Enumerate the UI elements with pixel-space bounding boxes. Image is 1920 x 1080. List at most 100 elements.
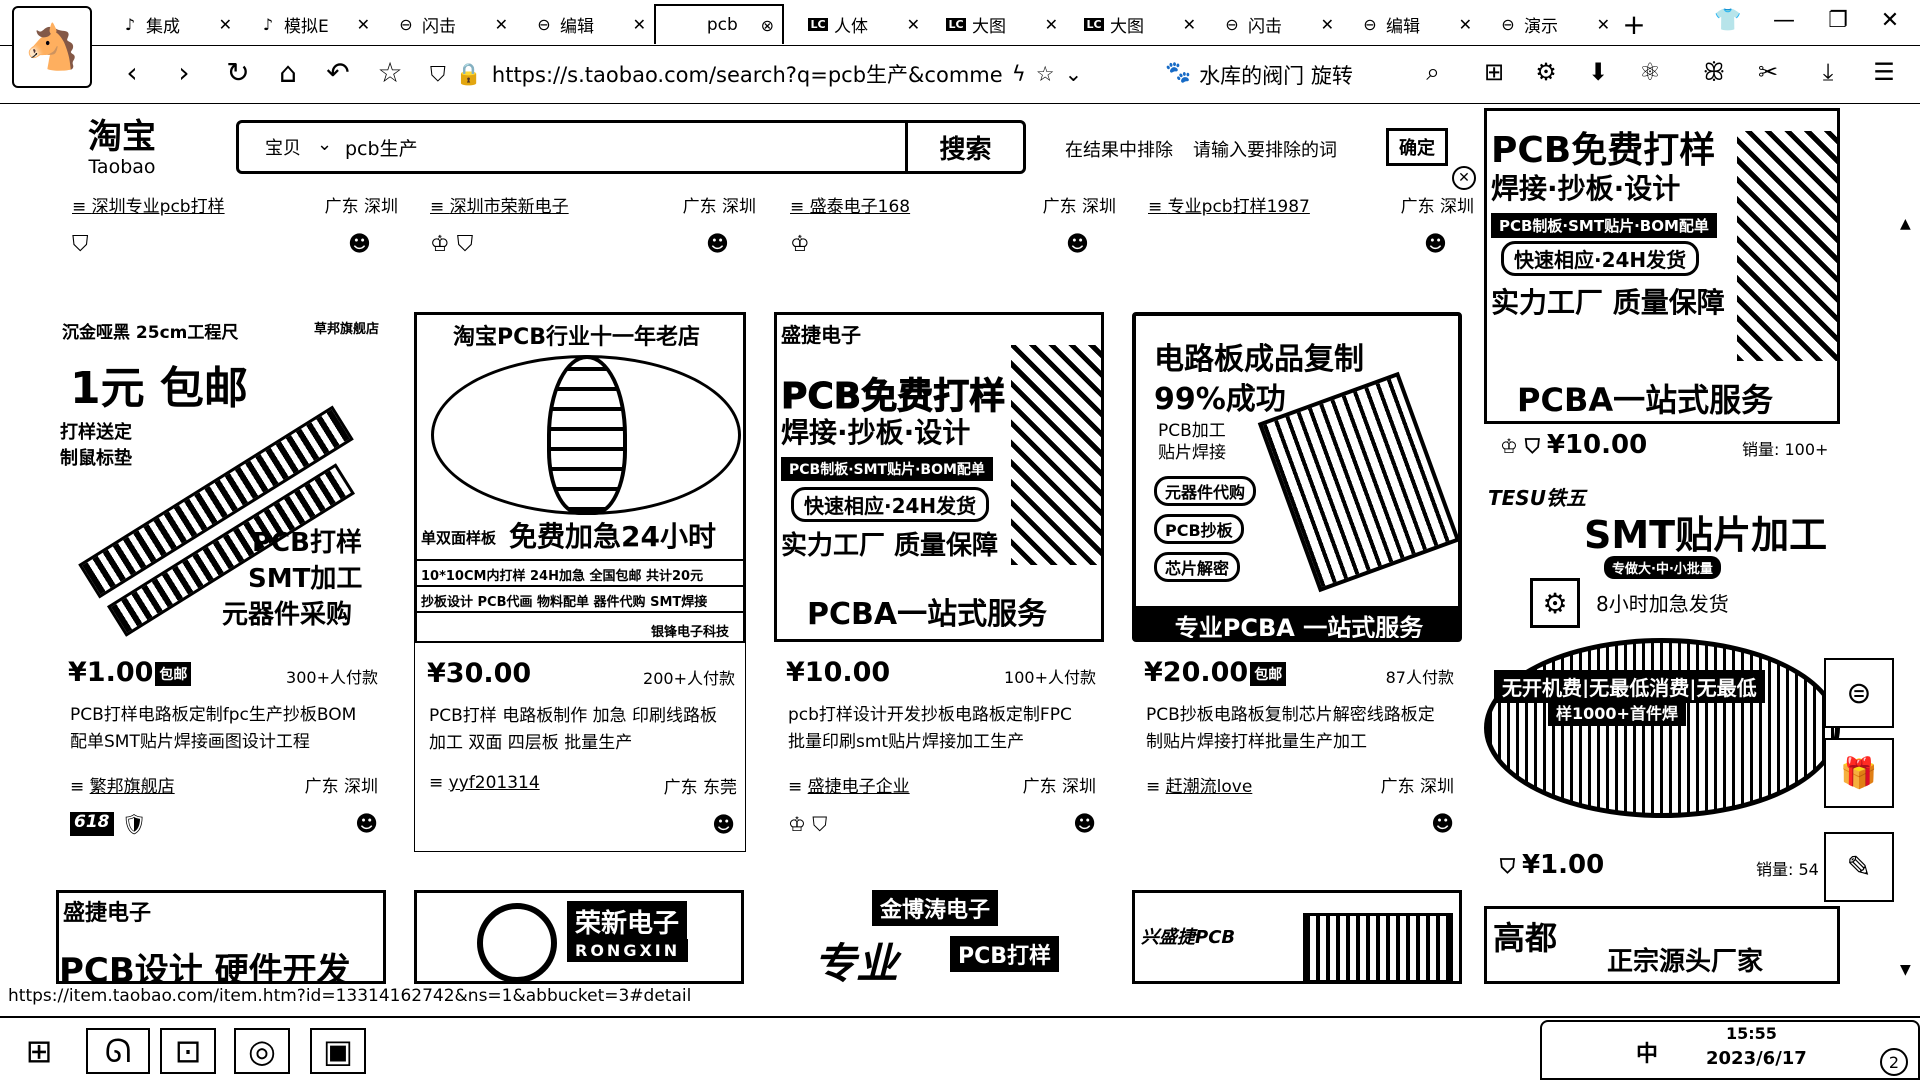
lightning-icon[interactable]: ϟ (1012, 62, 1026, 86)
product-card[interactable]: 淘宝PCB行业十一年老店 单双面样板 免费加急24小时 10*10CM内打样 2… (414, 312, 746, 852)
scroll-up-icon[interactable]: ▲ (1900, 216, 1911, 232)
dropdown-icon[interactable]: ⌄ (1065, 62, 1083, 86)
download-icon[interactable]: ⤓ (1810, 58, 1846, 86)
wangwang-chat-icon[interactable]: ☻ (355, 812, 378, 837)
product-image[interactable]: 沉金哑黑 25cm工程尺 草邦旗舰店 1元 包邮 打样送定制鼠标垫 PCB打样 … (56, 312, 386, 642)
tab-close-icon[interactable]: ✕ (495, 15, 508, 34)
butterfly-icon[interactable]: ꕥ (1696, 58, 1732, 86)
product-title[interactable]: PCB打样 电路板制作 加急 印刷线路板加工 双面 四层板 批量生产 (429, 703, 729, 757)
exclude-input[interactable]: 请输入要排除的词 (1193, 136, 1337, 162)
bookmark-star-icon[interactable]: ☆ (370, 56, 410, 89)
product-image[interactable]: 兴盛捷PCB (1132, 890, 1462, 984)
tab-close-icon[interactable]: ✕ (1459, 15, 1472, 34)
search-icon[interactable]: ⌕ (1415, 58, 1451, 86)
search-button[interactable]: 搜索 (905, 123, 1023, 171)
address-bar[interactable]: ⛉ 🔒 https://s.taobao.com/search?q=pcb生产&… (430, 54, 1100, 94)
restore-icon[interactable]: ❐ (1820, 8, 1856, 33)
tab-3[interactable]: ⊖ 闪击 ✕ (388, 6, 516, 42)
wangwang-chat-icon[interactable]: ☻ (1424, 232, 1447, 257)
download-circle-icon[interactable]: ⬇ (1580, 58, 1616, 86)
history-icon[interactable]: ⊜ (1824, 658, 1894, 728)
edge-icon[interactable]: ᘏ (86, 1028, 150, 1074)
taobao-logo[interactable]: 淘宝 Taobao (88, 120, 156, 177)
shop-link[interactable]: 赶潮流love (1166, 777, 1253, 797)
tab-close-icon[interactable]: ✕ (357, 15, 370, 34)
side-ad[interactable]: PCB免费打样 焊接·抄板·设计 PCB制板·SMT贴片·BOM配单 快速相应·… (1484, 108, 1840, 424)
shop-link[interactable]: ≡ 盛泰电子168 (790, 192, 910, 217)
wangwang-chat-icon[interactable]: ☻ (348, 232, 371, 257)
shield-icon[interactable]: ⛉ (430, 62, 446, 87)
shop-link[interactable]: ≡ 深圳市荣新电子 (430, 192, 569, 217)
tab-4[interactable]: ⊖ 编辑 ✕ (526, 6, 654, 42)
wangwang-chat-icon[interactable]: ☻ (1431, 812, 1454, 837)
edit-icon[interactable]: ✎ (1824, 832, 1894, 902)
favorite-star-icon[interactable]: ☆ (1036, 62, 1055, 86)
hot-search-text[interactable]: 水库的阀门 旋转 (1199, 60, 1353, 90)
product-title[interactable]: PCB打样电路板定制fpc生产抄板BOM配单SMT贴片焊接画图设计工程 (70, 702, 370, 756)
clock-date[interactable]: 2023/6/17 (1706, 1048, 1807, 1069)
tab-2[interactable]: ♪ 模拟E ✕ (250, 6, 378, 42)
hot-search[interactable]: 🐾 水库的阀门 旋转 (1165, 60, 1353, 90)
search-category-select[interactable]: 宝贝 ⌄ (239, 134, 335, 160)
undo-close-icon[interactable]: ↶ (318, 56, 358, 89)
tab-7[interactable]: LC 大图 ✕ (938, 6, 1066, 42)
product-image[interactable]: 荣新电子 RONGXIN (414, 890, 744, 984)
product-image[interactable]: 淘宝PCB行业十一年老店 单双面样板 免费加急24小时 10*10CM内打样 2… (415, 313, 745, 643)
notification-icon[interactable]: 2 (1880, 1048, 1908, 1076)
side-ad[interactable]: TESU铁五 SMT贴片加工 专做大·中·小批量 ⚙ 8小时加急发货 无开机费|… (1484, 482, 1840, 822)
new-tab-button[interactable]: + (1616, 8, 1652, 41)
product-card[interactable]: 电路板成品复制 99%成功 PCB加工 贴片焊接 元器件代购 PCB抄板 芯片解… (1132, 312, 1464, 852)
home-icon[interactable]: ⌂ (268, 56, 308, 89)
minimize-icon[interactable]: — (1766, 8, 1802, 33)
chatgpt-icon[interactable]: ⚛ (1632, 58, 1668, 86)
tab-6[interactable]: LC 人体 ✕ (800, 6, 928, 42)
tab-8[interactable]: LC 大图 ✕ (1076, 6, 1204, 42)
tab-close-icon[interactable]: ✕ (1045, 15, 1058, 34)
shop-link[interactable]: yyf201314 (449, 773, 540, 793)
tab-11[interactable]: ⊖ 演示 ✕ (1490, 6, 1618, 42)
windows-start-icon[interactable]: ⊞ (14, 1028, 64, 1074)
browser-logo-icon[interactable]: 🐴 (12, 6, 92, 88)
tab-close-icon[interactable]: ⊗ (761, 16, 774, 35)
side-ad[interactable]: 高都 正宗源头厂家 (1484, 906, 1840, 984)
tab-close-icon[interactable]: ✕ (907, 15, 920, 34)
wangwang-chat-icon[interactable]: ☻ (712, 813, 735, 838)
shirt-icon[interactable]: 👕 (1710, 8, 1746, 33)
url-text[interactable]: https://s.taobao.com/search?q=pcb生产&comm… (492, 59, 1002, 89)
tab-5-active[interactable]: pcb ⊗ (654, 4, 784, 44)
product-image[interactable]: 盛捷电子 PCB设计 硬件开发 (56, 890, 386, 984)
tab-10[interactable]: ⊖ 编辑 ✕ (1352, 6, 1480, 42)
tab-close-icon[interactable]: ✕ (1321, 15, 1334, 34)
wangwang-chat-icon[interactable]: ☻ (1073, 812, 1096, 837)
confirm-button[interactable]: 确定 (1386, 128, 1448, 166)
tab-close-icon[interactable]: ✕ (219, 15, 232, 34)
product-image[interactable]: 金博涛电子 专业 PCB打样 (774, 890, 1104, 984)
scissors-icon[interactable]: ✂ (1750, 58, 1786, 86)
tab-1[interactable]: ♪ 集成 ✕ (112, 6, 240, 42)
extension-icon[interactable]: ⚙ (1528, 58, 1564, 86)
back-icon[interactable]: ‹ (112, 56, 152, 89)
forward-icon[interactable]: › (164, 56, 204, 89)
product-card[interactable]: 盛捷电子 PCB免费打样 焊接·抄板·设计 PCB制板·SMT贴片·BOM配单 … (774, 312, 1106, 852)
tab-9[interactable]: ⊖ 闪击 ✕ (1214, 6, 1342, 42)
app-icon[interactable]: ⊡ (160, 1028, 216, 1074)
product-title[interactable]: pcb打样设计开发抄板电路板定制FPC批量印刷smt贴片焊接加工生产 (788, 702, 1088, 756)
shop-link[interactable]: ≡ 深圳专业pcb打样 (72, 192, 225, 217)
ime-indicator[interactable]: 中 (1636, 1036, 1658, 1068)
product-image[interactable]: 盛捷电子 PCB免费打样 焊接·抄板·设计 PCB制板·SMT贴片·BOM配单 … (774, 312, 1104, 642)
clock-time[interactable]: 15:55 (1726, 1024, 1777, 1043)
shop-link[interactable]: 繁邦旗舰店 (90, 777, 175, 797)
search-input[interactable]: pcb生产 (335, 134, 905, 161)
apps-grid-icon[interactable]: ⊞ (1476, 58, 1512, 86)
product-title[interactable]: PCB抄板电路板复制芯片解密线路板定制贴片焊接打样批量生产加工 (1146, 702, 1446, 756)
scroll-down-icon[interactable]: ▼ (1900, 962, 1911, 978)
tab-close-icon[interactable]: ✕ (633, 15, 646, 34)
close-ad-icon[interactable]: ✕ (1452, 166, 1476, 190)
tab-close-icon[interactable]: ✕ (1597, 15, 1610, 34)
menu-icon[interactable]: ☰ (1866, 58, 1902, 86)
product-card[interactable]: 沉金哑黑 25cm工程尺 草邦旗舰店 1元 包邮 打样送定制鼠标垫 PCB打样 … (56, 312, 388, 852)
window-icon[interactable]: ▣ (310, 1028, 366, 1074)
chrome-icon[interactable]: ◎ (234, 1028, 290, 1074)
gift-icon[interactable]: 🎁 (1824, 738, 1894, 808)
reload-icon[interactable]: ↻ (218, 56, 258, 89)
